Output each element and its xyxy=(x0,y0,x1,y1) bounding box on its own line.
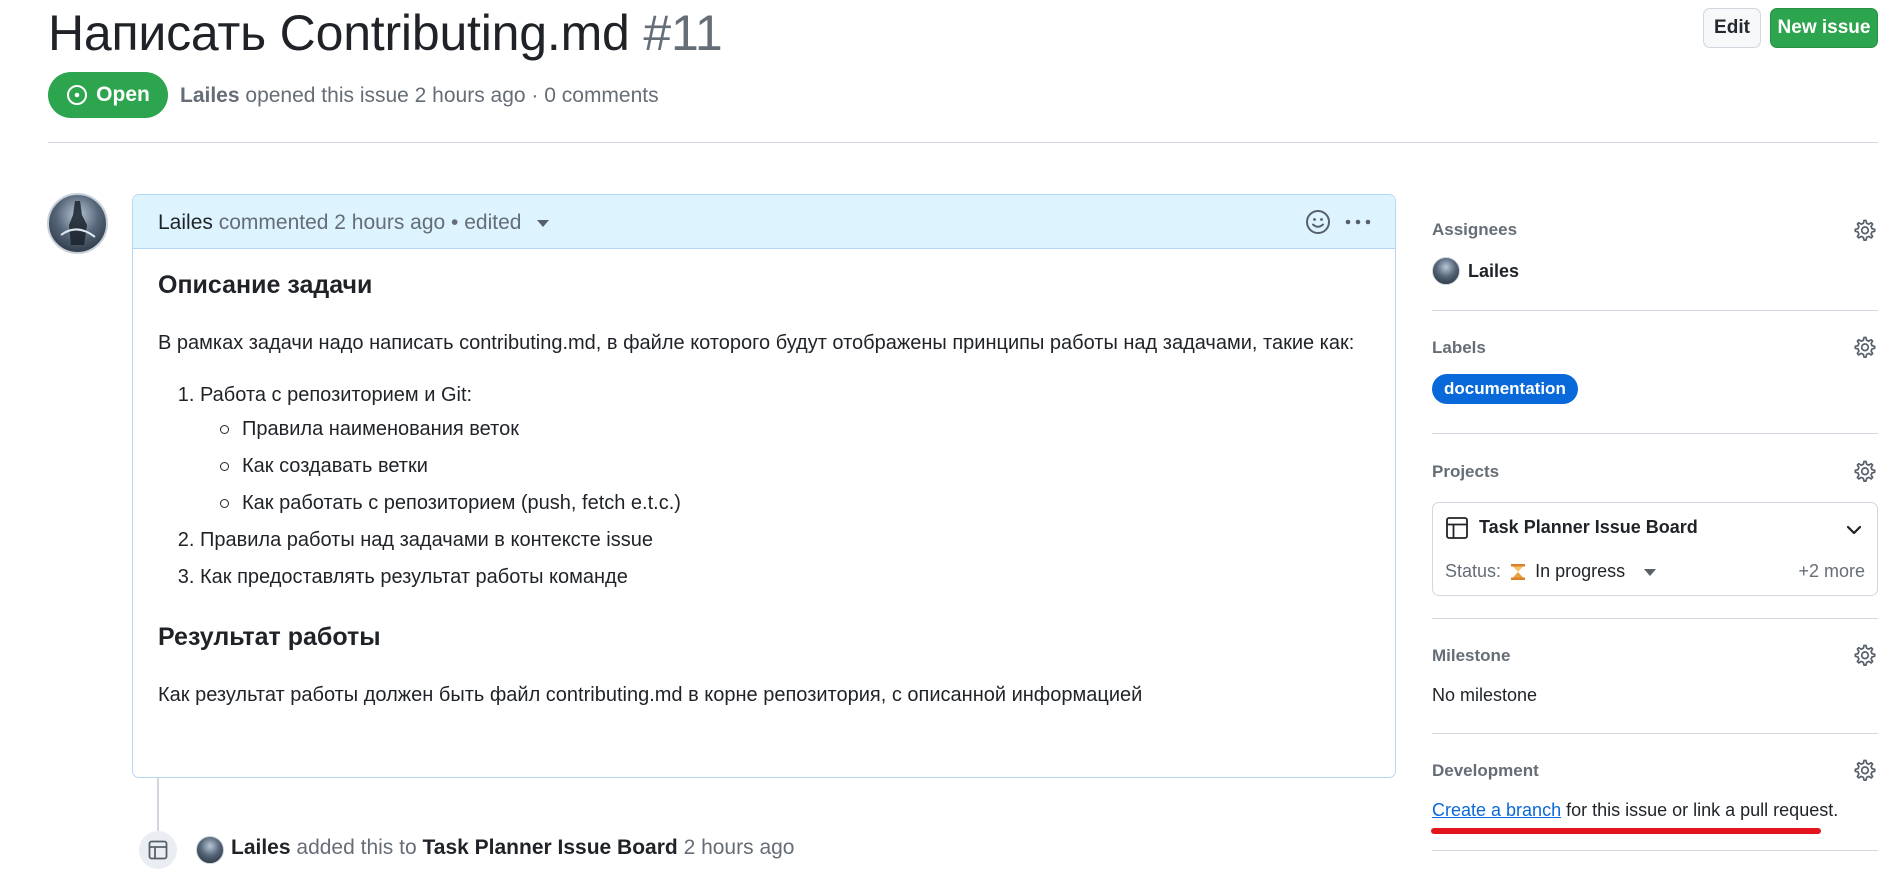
development-rest-text: for this issue or link a pull request. xyxy=(1566,800,1839,820)
comment-author-avatar[interactable] xyxy=(47,193,108,254)
add-reaction-smiley-icon[interactable] xyxy=(1305,209,1331,235)
list-item-text: Работа с репозиторием и Git: xyxy=(200,384,473,406)
issue-title-text: Написать Contributing.md xyxy=(48,5,630,61)
milestone-gear-icon[interactable] xyxy=(1852,643,1876,667)
projects-heading: Projects xyxy=(1432,462,1500,481)
more-fields-link[interactable]: +2 more xyxy=(1798,561,1865,582)
sidebar-divider xyxy=(1432,310,1878,311)
body-heading-description: Описание задачи xyxy=(158,271,373,299)
new-issue-button[interactable]: New issue xyxy=(1770,8,1878,48)
issue-state-label: Open xyxy=(96,83,150,106)
projects-gear-icon[interactable] xyxy=(1852,459,1876,483)
comment-meta-text: commented 2 hours ago • edited xyxy=(218,211,522,234)
header-divider xyxy=(48,142,1878,143)
sub-list-item: Как работать с репозиторием (push, fetch… xyxy=(200,487,1373,519)
sidebar-divider xyxy=(1432,618,1878,619)
event-author-link[interactable]: Lailes xyxy=(231,836,291,859)
assignees-heading: Assignees xyxy=(1432,220,1518,239)
status-value-dropdown[interactable]: In progress xyxy=(1535,561,1625,581)
comment-body: Описание задачи В рамках задачи надо нап… xyxy=(158,269,1373,731)
issue-state-badge: Open xyxy=(48,72,168,118)
event-project-link[interactable]: Task Planner Issue Board xyxy=(423,836,678,859)
body-paragraph-intro: В рамках задачи надо написать contributi… xyxy=(158,332,1355,354)
status-label: Status: xyxy=(1445,561,1502,581)
sidebar-divider xyxy=(1432,850,1878,851)
issue-title: Написать Contributing.md #11 xyxy=(48,4,723,62)
list-item: Правила работы над задачами в контексте … xyxy=(200,524,1373,556)
edited-dropdown-chevron-icon[interactable] xyxy=(537,219,550,227)
annotation-red-underline xyxy=(1431,828,1821,834)
comment-options-kebab-icon[interactable] xyxy=(1341,209,1375,235)
edit-button[interactable]: Edit xyxy=(1703,8,1761,48)
milestone-heading: Milestone xyxy=(1432,646,1511,665)
development-heading: Development xyxy=(1432,761,1539,780)
milestone-value: No milestone xyxy=(1432,685,1538,705)
issue-number: #11 xyxy=(643,5,723,61)
create-branch-link[interactable]: Create a branch xyxy=(1432,800,1561,820)
list-item: Как предоставлять результат работы коман… xyxy=(200,561,1373,593)
timeline-connector xyxy=(157,778,159,831)
issue-meta-text: opened this issue 2 hours ago · 0 commen… xyxy=(245,84,659,107)
sub-list-item: Правила наименования веток xyxy=(200,413,1373,445)
hourglass-icon xyxy=(1511,564,1526,581)
status-chevron-down-icon[interactable] xyxy=(1644,568,1657,576)
table-icon xyxy=(148,840,168,860)
chevron-down-icon[interactable] xyxy=(1845,521,1863,539)
event-time: 2 hours ago xyxy=(683,836,795,859)
avatar-image xyxy=(60,201,96,245)
issue-opened-icon xyxy=(67,85,88,105)
comment-card: Lailes commented 2 hours ago • edited Оп… xyxy=(132,194,1396,778)
comment-header: Lailes commented 2 hours ago • edited xyxy=(133,195,1395,249)
comment-meta: Lailes commented 2 hours ago • edited xyxy=(158,211,550,235)
assignee-avatar[interactable] xyxy=(1432,257,1460,285)
task-list: Работа с репозиторием и Git: Правила наи… xyxy=(158,379,1373,593)
project-table-icon xyxy=(1446,517,1468,539)
issue-author-link[interactable]: Lailes xyxy=(180,84,240,107)
body-heading-result: Результат работы xyxy=(158,623,381,651)
development-gear-icon[interactable] xyxy=(1852,758,1876,782)
project-name-link[interactable]: Task Planner Issue Board xyxy=(1479,517,1698,538)
timeline-event: Lailes added this to Task Planner Issue … xyxy=(231,836,794,860)
project-table-icon xyxy=(139,831,177,869)
sub-list: Правила наименования веток Как создавать… xyxy=(200,413,1373,519)
sidebar-divider xyxy=(1432,433,1878,434)
event-action: added this to xyxy=(296,836,417,859)
event-author-avatar[interactable] xyxy=(196,836,224,864)
issue-meta: Lailes opened this issue 2 hours ago · 0… xyxy=(180,84,659,108)
assignee-name[interactable]: Lailes xyxy=(1468,261,1519,282)
sidebar-divider xyxy=(1432,733,1878,734)
labels-gear-icon[interactable] xyxy=(1852,335,1876,359)
comment-author-link[interactable]: Lailes xyxy=(158,211,213,234)
sub-list-item: Как создавать ветки xyxy=(200,450,1373,482)
project-card: Task Planner Issue Board Status: In prog… xyxy=(1432,502,1878,596)
project-status-row: Status: In progress xyxy=(1445,561,1657,582)
list-item: Работа с репозиторием и Git: Правила наи… xyxy=(200,379,1373,519)
label-documentation[interactable]: documentation xyxy=(1432,374,1578,404)
assignees-gear-icon[interactable] xyxy=(1852,218,1876,242)
development-text: Create a branch for this issue or link a… xyxy=(1432,800,1838,821)
labels-heading: Labels xyxy=(1432,338,1486,357)
body-paragraph-result: Как результат работы должен быть файл co… xyxy=(158,684,1143,706)
